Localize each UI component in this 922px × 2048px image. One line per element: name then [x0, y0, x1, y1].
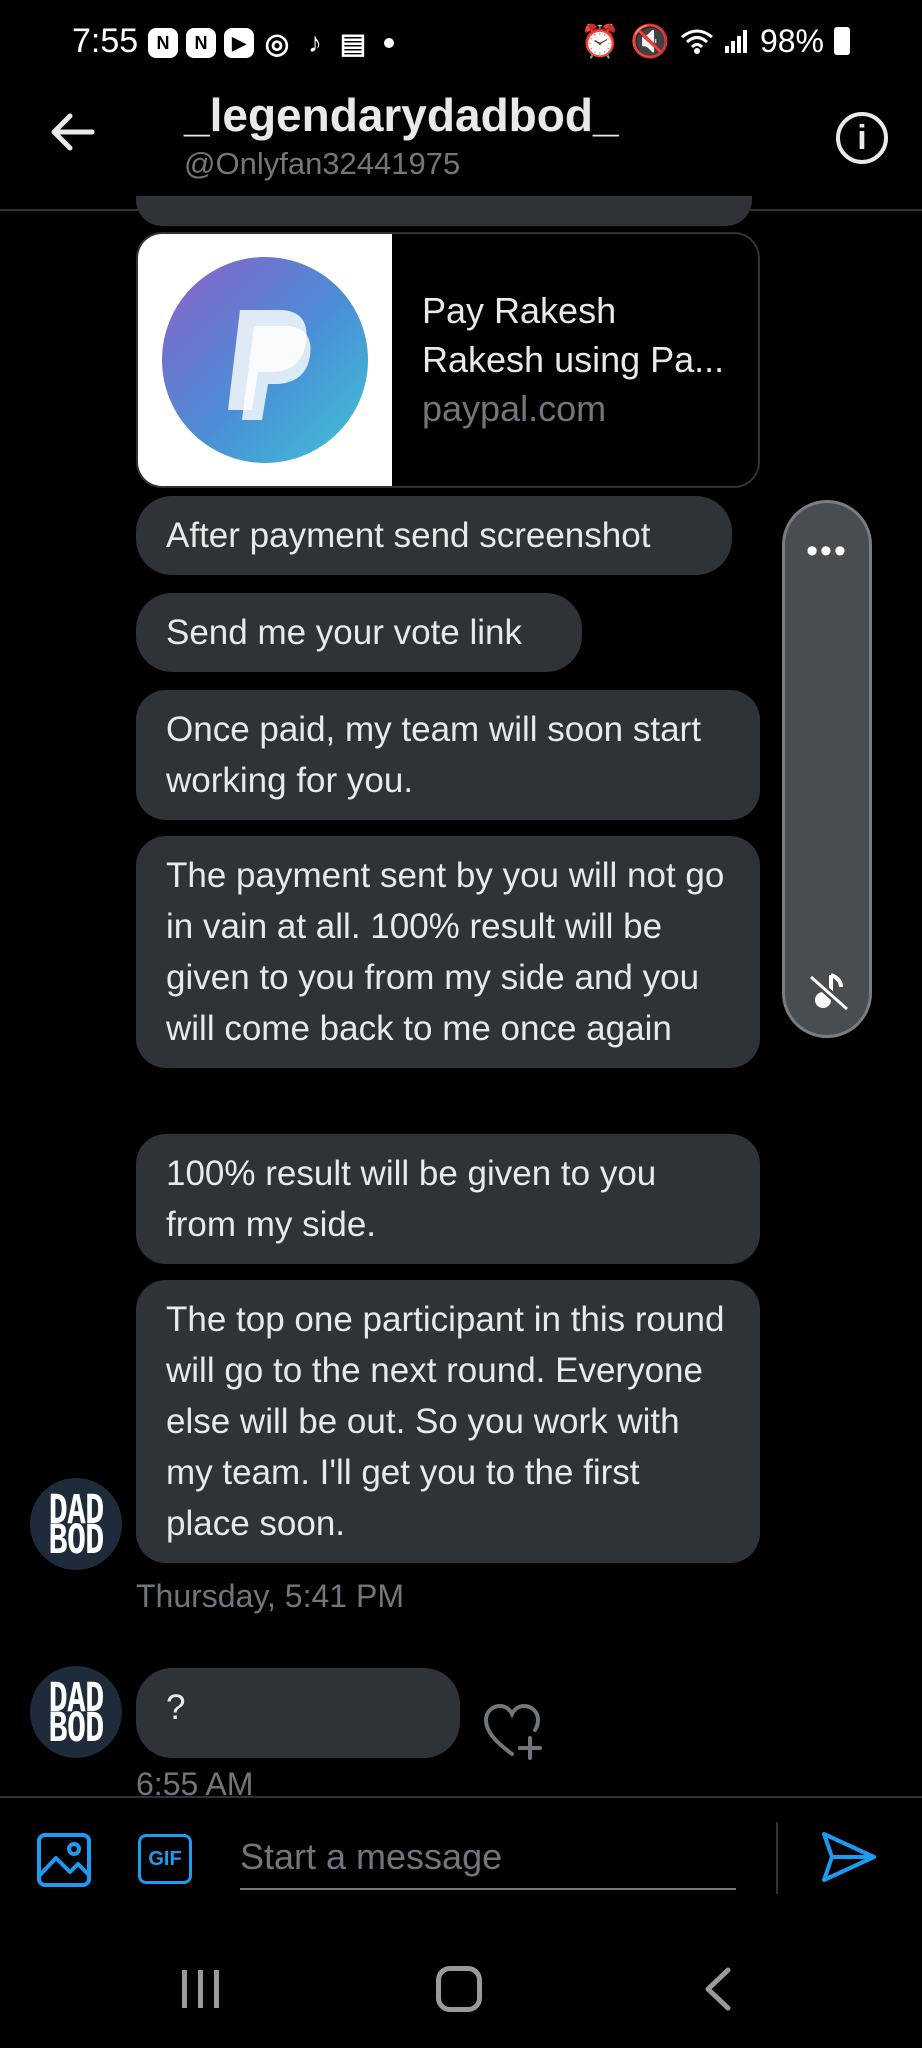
image-icon[interactable] [36, 1832, 92, 1888]
message-bubble[interactable]: The top one participant in this round wi… [136, 1280, 760, 1563]
signal-icon [724, 30, 747, 53]
recent-apps-icon[interactable] [176, 1964, 226, 2014]
instagram-icon: ◎ [264, 27, 290, 59]
youtube-icon: ▶ [224, 28, 254, 58]
status-right: ⏰ 🔇 98% [580, 22, 850, 60]
notification-n-icon: N [148, 28, 178, 58]
notification-n-icon: N [186, 28, 216, 58]
floating-media-control[interactable]: ••• [782, 500, 872, 1038]
battery-icon [834, 27, 850, 55]
nav-back-icon[interactable] [700, 1966, 736, 2012]
previous-message-bubble[interactable] [136, 196, 752, 226]
home-button-icon[interactable] [436, 1966, 482, 2012]
paypal-logo-icon [162, 257, 368, 463]
wifi-icon [681, 29, 713, 54]
more-notifications-dot [384, 38, 394, 48]
message-bubble[interactable]: ? [136, 1668, 460, 1758]
alarm-icon: ⏰ [580, 23, 621, 59]
gif-button[interactable]: GIF [138, 1834, 192, 1884]
back-arrow-icon[interactable] [48, 108, 96, 156]
message-input[interactable] [240, 1826, 736, 1890]
info-icon[interactable]: i [836, 112, 888, 164]
tiktok-icon: ♪ [308, 27, 322, 58]
avatar[interactable]: DAD BOD [30, 1478, 122, 1570]
message-bubble[interactable]: Send me your vote link [136, 593, 582, 672]
conversation-title[interactable]: _legendarydadbod_ [184, 88, 619, 142]
avatar-text-line2: BOD [48, 1703, 105, 1751]
conversation-handle[interactable]: @Onlyfan32441975 [184, 146, 460, 182]
add-reaction-heart-icon[interactable] [482, 1700, 544, 1762]
avatar-text-line2: BOD [48, 1515, 105, 1563]
link-title-line1: Pay Rakesh [422, 290, 617, 331]
link-title-line2: Rakesh using Pa... [422, 339, 725, 380]
status-notification-icons: N N ▶ ◎ ♪ ▤ [148, 27, 394, 59]
send-icon[interactable] [820, 1828, 878, 1886]
message-bubble[interactable]: After payment send screenshot [136, 496, 732, 575]
compose-divider [0, 1796, 922, 1798]
compose-separator [776, 1822, 778, 1894]
status-time: 7:55 [72, 22, 139, 60]
link-preview-card[interactable]: Pay Rakesh Rakesh using Pa... paypal.com [136, 232, 760, 488]
message-bubble[interactable]: Once paid, my team will soon start worki… [136, 690, 760, 820]
link-thumbnail [138, 234, 392, 486]
battery-percent: 98% [759, 22, 824, 59]
message-bubble[interactable]: 100% result will be given to you from my… [136, 1134, 760, 1264]
music-off-icon[interactable] [807, 969, 851, 1013]
news-icon: ▤ [339, 27, 367, 59]
link-domain: paypal.com [422, 388, 607, 429]
more-options-icon[interactable]: ••• [785, 534, 869, 568]
vibrate-mute-icon: 🔇 [630, 23, 670, 59]
message-bubble[interactable]: The payment sent by you will not go in v… [136, 836, 760, 1068]
message-timestamp: Thursday, 5:41 PM [136, 1578, 404, 1614]
avatar[interactable]: DAD BOD [30, 1666, 122, 1758]
